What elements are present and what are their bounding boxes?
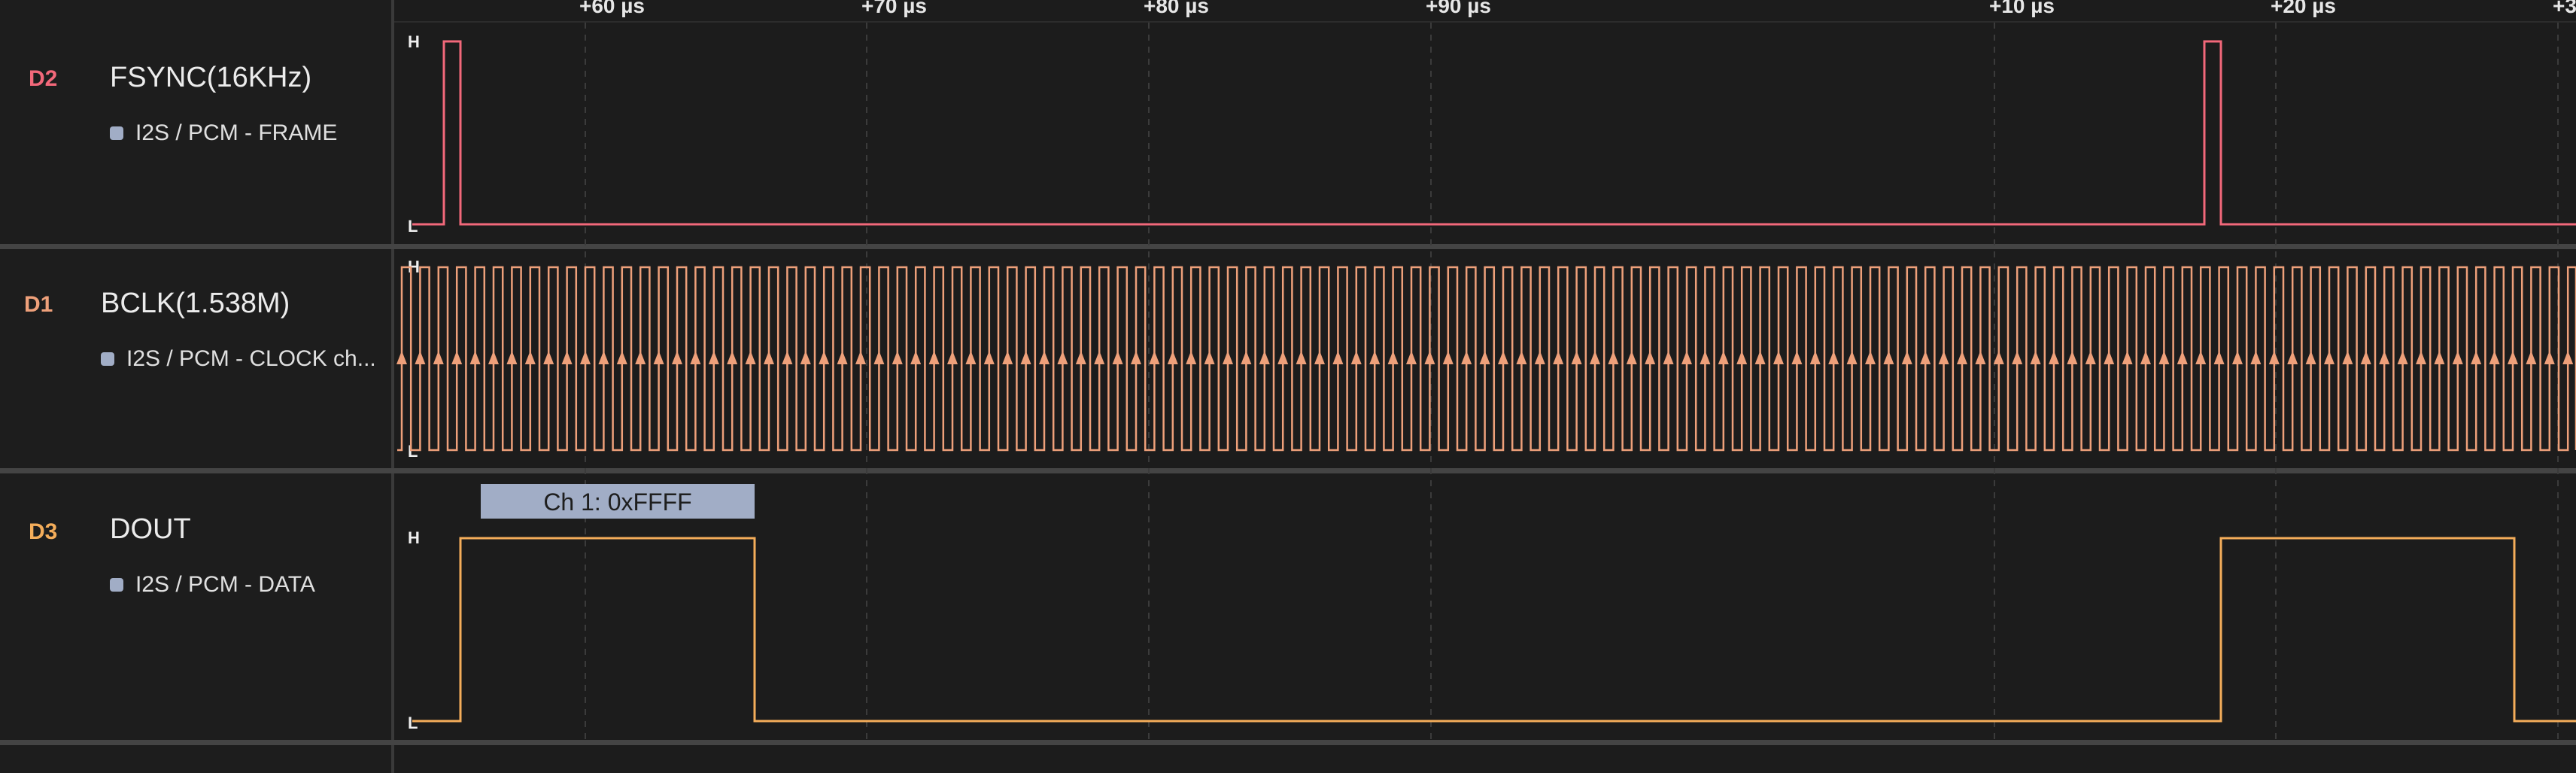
fsync-waveform[interactable] xyxy=(412,40,2576,226)
time-gridlines xyxy=(585,23,2559,740)
level-low-label: L xyxy=(408,217,418,236)
level-high-label: H xyxy=(408,528,420,547)
level-low-label: L xyxy=(408,442,418,461)
decoded-data-bubble[interactable]: Ch 1: 0xFFFF xyxy=(481,484,755,519)
waveform-area[interactable]: H L H L H L Ch 1: 0xFFFF xyxy=(0,0,2576,773)
bubble-label: Ch 1: 0xFFFF xyxy=(543,488,691,516)
level-high-label: H xyxy=(408,32,420,51)
level-low-label: L xyxy=(408,714,418,732)
dout-waveform[interactable] xyxy=(412,537,2576,723)
